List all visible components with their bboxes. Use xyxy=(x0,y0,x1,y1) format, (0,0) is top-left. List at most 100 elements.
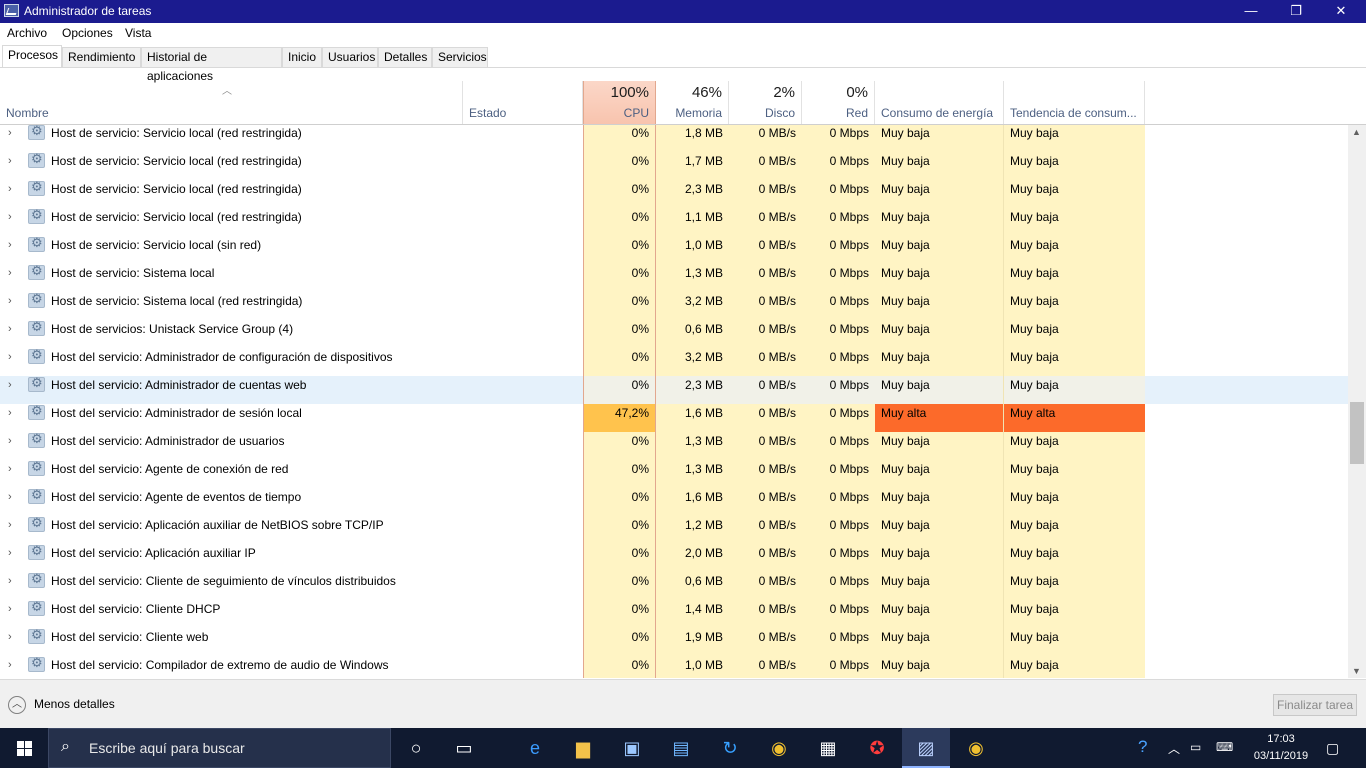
process-cpu: 0% xyxy=(583,656,656,678)
expand-chevron-icon[interactable]: › xyxy=(8,460,20,488)
tab-servicios[interactable]: Servicios xyxy=(432,47,488,68)
tab-rendimiento[interactable]: Rendimiento xyxy=(62,47,141,68)
process-row[interactable]: ›Host del servicio: Cliente web0%1,9 MB0… xyxy=(0,628,1348,656)
col-red[interactable]: 0% Red xyxy=(802,81,875,124)
process-row[interactable]: › Host del servicio: Aplicación auxiliar … xyxy=(0,544,1348,572)
game-app-icon[interactable]: ✪ xyxy=(865,736,889,760)
col-memoria[interactable]: 46% Memoria xyxy=(656,81,729,124)
sync-app-icon[interactable]: ↻ xyxy=(718,736,742,760)
task-manager-taskbar-icon[interactable]: ▨ xyxy=(914,736,938,760)
menu-opciones[interactable]: Opciones xyxy=(62,26,113,40)
help-icon[interactable]: ? xyxy=(1138,737,1147,757)
minimize-button[interactable]: — xyxy=(1228,0,1274,23)
process-status xyxy=(463,292,583,320)
tab-detalles[interactable]: Detalles xyxy=(378,47,432,68)
process-row[interactable]: › Host del servicio: Cliente DHCP 0%1,4 MB… xyxy=(0,600,1348,628)
expand-chevron-icon[interactable]: › xyxy=(8,320,20,348)
process-row[interactable]: › Host del servicio: Cliente de seguimien… xyxy=(0,572,1348,600)
menu-archivo[interactable]: Archivo xyxy=(7,26,47,40)
expand-chevron-icon[interactable]: › xyxy=(8,208,20,236)
expand-chevron-icon[interactable]: › xyxy=(8,516,20,544)
process-status xyxy=(463,125,583,152)
process-power: Muy baja xyxy=(875,488,1004,516)
col-disco[interactable]: 2% Disco xyxy=(729,81,802,124)
store-icon[interactable]: ▦ xyxy=(816,736,840,760)
col-estado[interactable]: Estado xyxy=(463,81,583,124)
app-icon-1[interactable]: ▣ xyxy=(620,736,644,760)
expand-chevron-icon[interactable]: › xyxy=(8,628,20,656)
expand-chevron-icon[interactable]: › xyxy=(8,656,20,678)
process-status xyxy=(463,208,583,236)
expand-chevron-icon[interactable]: › xyxy=(8,488,20,516)
process-status xyxy=(463,572,583,600)
tab-usuarios[interactable]: Usuarios xyxy=(322,47,378,68)
task-view-icon[interactable]: ▭ xyxy=(452,736,476,760)
process-power-trend: Muy alta xyxy=(1004,404,1145,432)
close-button[interactable]: ✕ xyxy=(1318,0,1364,23)
expand-chevron-icon[interactable]: › xyxy=(8,404,20,432)
process-row[interactable]: › Host del servicio: Agente de eventos de… xyxy=(0,488,1348,516)
expand-chevron-icon[interactable]: › xyxy=(8,376,20,404)
scroll-up-icon[interactable]: ▲ xyxy=(1352,127,1361,137)
less-details-link[interactable]: Menos detalles xyxy=(34,697,115,711)
edge-icon[interactable]: e xyxy=(523,736,547,760)
start-button[interactable] xyxy=(0,728,48,768)
restore-button[interactable]: ❐ xyxy=(1273,0,1319,23)
file-explorer-icon[interactable]: ▆ xyxy=(571,736,595,760)
chrome-icon[interactable]: ◉ xyxy=(767,736,791,760)
scroll-thumb[interactable] xyxy=(1350,402,1364,464)
col-consumo[interactable]: Consumo de energía xyxy=(875,81,1004,124)
process-row[interactable]: › Host del servicio: Administrador de usu… xyxy=(0,432,1348,460)
process-row[interactable]: › Host de servicio: Servicio local (red r… xyxy=(0,180,1348,208)
chrome-profile-icon[interactable]: ◉ xyxy=(964,736,988,760)
expand-chevron-icon[interactable]: › xyxy=(8,348,20,376)
keyboard-icon[interactable]: ⌨ xyxy=(1216,740,1233,754)
expand-chevron-icon[interactable]: › xyxy=(8,264,20,292)
expand-chevron-icon[interactable]: › xyxy=(8,292,20,320)
col-cpu[interactable]: 100% CPU xyxy=(583,81,656,124)
expand-chevron-icon[interactable]: › xyxy=(8,125,20,152)
expand-chevron-icon[interactable]: › xyxy=(8,572,20,600)
cortana-icon[interactable]: ○ xyxy=(404,736,428,760)
process-row[interactable]: › Host de servicio: Servicio local (sin r… xyxy=(0,236,1348,264)
vertical-scrollbar[interactable]: ▲ ▼ xyxy=(1348,125,1366,678)
process-disk: 0 MB/s xyxy=(729,348,802,376)
expand-chevron-icon[interactable]: › xyxy=(8,180,20,208)
tab-historial[interactable]: Historial de aplicaciones xyxy=(141,47,282,83)
process-row[interactable]: › Host del servicio: Agente de conexión d… xyxy=(0,460,1348,488)
expand-chevron-icon[interactable]: › xyxy=(8,432,20,460)
process-row[interactable]: › Host de servicios: Unistack Service Gro… xyxy=(0,320,1348,348)
scroll-down-icon[interactable]: ▼ xyxy=(1352,666,1361,676)
network-icon[interactable]: ▭ xyxy=(1190,740,1201,754)
chevron-up-icon[interactable]: ︿ xyxy=(1168,740,1180,757)
expand-chevron-icon[interactable]: › xyxy=(8,600,20,628)
process-cpu: 0% xyxy=(583,488,656,516)
chevron-up-circle-icon[interactable]: ︿ xyxy=(8,696,26,714)
gear-icon xyxy=(28,432,45,448)
expand-chevron-icon[interactable]: › xyxy=(8,544,20,572)
process-row[interactable]: › Host del servicio: Administrador de con… xyxy=(0,348,1348,376)
col-tendencia[interactable]: Tendencia de consum... xyxy=(1004,81,1145,124)
process-row[interactable]: › Host de servicio: Sistema local 0%1,3 MB… xyxy=(0,264,1348,292)
notifications-icon[interactable]: ▢ xyxy=(1326,740,1339,757)
process-row[interactable]: › Host del servicio: Aplicación auxiliar … xyxy=(0,516,1348,544)
process-row[interactable]: › Host de servicio: Servicio local (red r… xyxy=(0,208,1348,236)
process-row[interactable]: › Host de servicio: Sistema local (red re… xyxy=(0,292,1348,320)
process-row[interactable]: › Host del servicio: Compilador de extrem… xyxy=(0,656,1348,678)
process-memory: 1,0 MB xyxy=(656,236,729,264)
end-task-button[interactable]: Finalizar tarea xyxy=(1273,694,1357,716)
expand-chevron-icon[interactable]: › xyxy=(8,236,20,264)
process-name: Host del servicio: Agente de eventos de … xyxy=(51,490,302,504)
tab-inicio[interactable]: Inicio xyxy=(282,47,322,68)
process-row[interactable]: › Host del servicio: Administrador de ses… xyxy=(0,404,1348,432)
menu-vista[interactable]: Vista xyxy=(125,26,151,40)
tab-procesos[interactable]: Procesos xyxy=(2,45,62,68)
taskbar-search[interactable]: ⌕ Escribe aquí para buscar xyxy=(48,728,391,768)
clock[interactable]: 17:03 03/11/2019 xyxy=(1248,731,1314,765)
col-nombre[interactable]: Nombre xyxy=(0,81,463,124)
process-row[interactable]: › Host del servicio: Administrador de cue… xyxy=(0,376,1348,404)
process-row[interactable]: › Host de servicio: Servicio local (red r… xyxy=(0,125,1348,152)
process-row[interactable]: › Host de servicio: Servicio local (red r… xyxy=(0,152,1348,180)
app-icon-2[interactable]: ▤ xyxy=(669,736,693,760)
expand-chevron-icon[interactable]: › xyxy=(8,152,20,180)
